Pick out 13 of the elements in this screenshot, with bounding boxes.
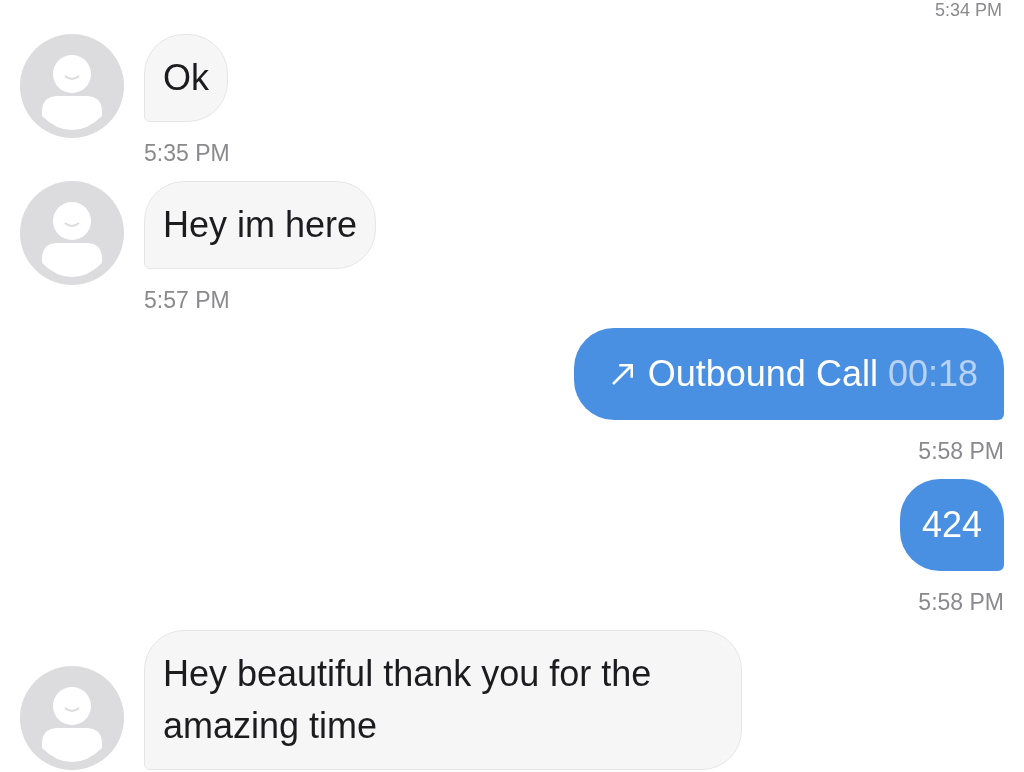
timestamp: 5:58 PM	[918, 438, 1004, 465]
avatar-icon	[20, 181, 124, 285]
call-label: Outbound Call	[647, 352, 878, 396]
call-duration: 00:18	[887, 352, 978, 396]
timestamp: 5:58 PM	[918, 589, 1004, 616]
timestamp: 5:57 PM	[144, 287, 230, 314]
message-bubble: Hey beautiful thank you for the amazing time	[144, 630, 742, 770]
message-bubble: Ok	[144, 34, 228, 122]
timestamp: 5:34 PM	[934, 0, 1002, 20]
message-bubble: Hey im here	[144, 181, 377, 269]
timestamp: 5:35 PM	[144, 140, 230, 167]
message-bubble: 424	[899, 479, 1004, 571]
avatar-icon	[20, 34, 124, 138]
